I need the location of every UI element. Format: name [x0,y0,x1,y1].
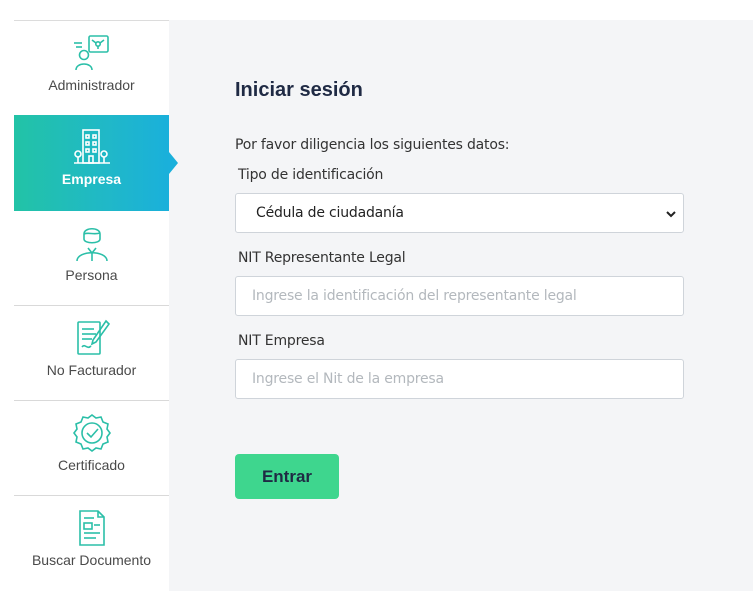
id-type-label: Tipo de identificación [238,167,384,183]
enter-button[interactable]: Entrar [235,454,339,499]
rep-nit-label: NIT Representante Legal [238,250,406,266]
login-page: Administrador Empresa Persona No Factura… [0,0,753,591]
sidebar-item-empresa[interactable]: Empresa [14,115,169,211]
chevron-down-icon [664,207,678,221]
sidebar-item-no-facturador[interactable]: No Facturador [14,306,169,401]
page-title: Iniciar sesión [235,79,363,101]
sidebar-item-label: Administrador [48,77,135,93]
rep-nit-input[interactable] [235,276,684,316]
document-pen-icon [72,318,112,358]
building-icon [72,127,112,167]
search-document-icon [72,508,112,548]
sidebar-item-label: Buscar Documento [31,552,152,568]
instructions-text: Por favor diligencia los siguientes dato… [235,137,510,153]
sidebar: Administrador Empresa Persona No Factura… [14,20,169,591]
sidebar-item-label: Certificado [58,457,125,473]
sidebar-item-persona[interactable]: Persona [14,211,169,306]
sidebar-item-certificado[interactable]: Certificado [14,401,169,496]
sidebar-item-administrador[interactable]: Administrador [14,21,169,116]
sidebar-item-label: No Facturador [46,362,137,378]
certificate-badge-icon [72,413,112,453]
admin-network-icon [72,33,112,73]
company-nit-input[interactable] [235,359,684,399]
sidebar-item-buscar-documento[interactable]: Buscar Documento [14,496,169,591]
sidebar-item-label: Empresa [61,171,122,187]
active-indicator-arrow [169,152,178,174]
id-type-select[interactable]: Cédula de ciudadanía [235,193,684,233]
id-type-selected-value: Cédula de ciudadanía [256,205,404,221]
company-nit-label: NIT Empresa [238,333,325,349]
person-icon [72,223,112,263]
sidebar-item-label: Persona [65,267,118,283]
